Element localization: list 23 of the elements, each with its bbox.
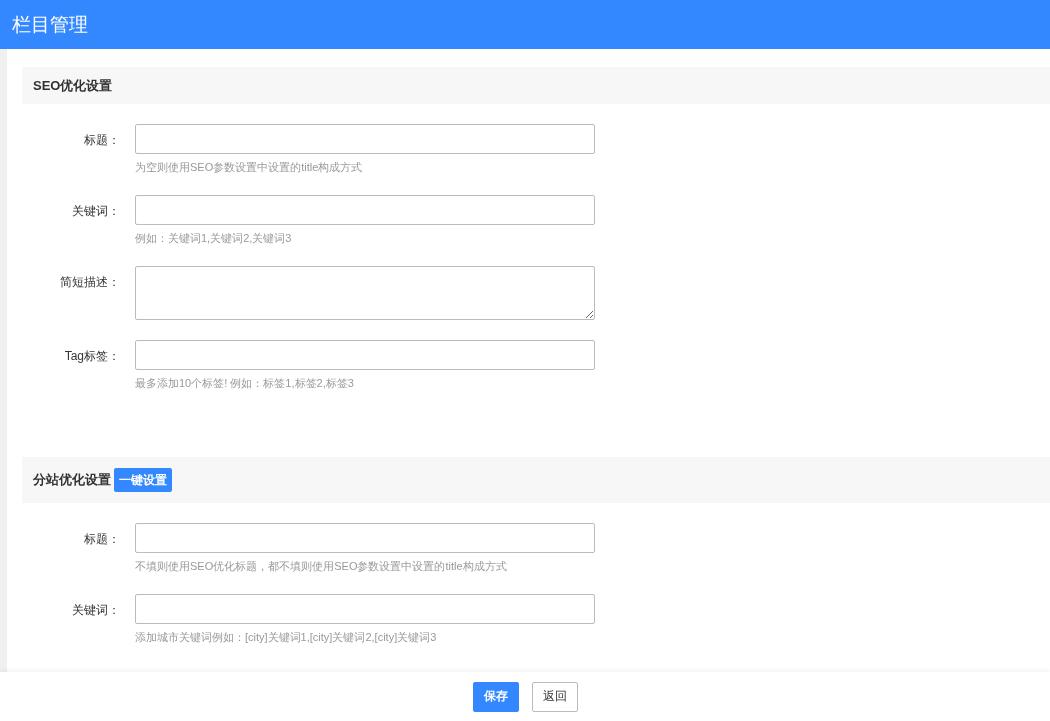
field-label: 标题：: [83, 531, 120, 548]
save-button[interactable]: 保存: [472, 681, 519, 712]
input-field[interactable]: [135, 594, 595, 624]
back-button[interactable]: 返回: [531, 681, 578, 712]
field-label: 关键词：: [71, 203, 120, 220]
input-field[interactable]: [135, 340, 595, 370]
one-click-setup-button[interactable]: 一键设置: [114, 468, 172, 492]
section-title: SEO优化设置: [33, 76, 113, 95]
field-label: 简短描述：: [59, 274, 120, 291]
input-field[interactable]: [135, 523, 595, 553]
field-hint: 最多添加10个标签! 例如：标签1,标签2,标签3: [135, 376, 355, 391]
field-label: 标题：: [83, 132, 120, 149]
field-hint: 为空则使用SEO参数设置中设置的title构成方式: [135, 160, 364, 175]
field-label: Tag标签：: [63, 348, 120, 365]
textarea-field[interactable]: [135, 266, 595, 320]
input-field[interactable]: [135, 195, 595, 225]
section-title: 分站优化设置: [33, 471, 111, 489]
field-hint: 添加城市关键词例如：[city]关键词1,[city]关键词2,[city]关键词3: [135, 630, 438, 645]
page-title: 栏目管理: [12, 12, 88, 37]
field-hint: 不填则使用SEO优化标题，都不填则使用SEO参数设置中设置的title构成方式: [135, 559, 508, 574]
input-field[interactable]: [135, 124, 595, 154]
field-label: 关键词：: [71, 602, 120, 619]
field-hint: 例如：关键词1,关键词2,关键词3: [135, 231, 293, 246]
